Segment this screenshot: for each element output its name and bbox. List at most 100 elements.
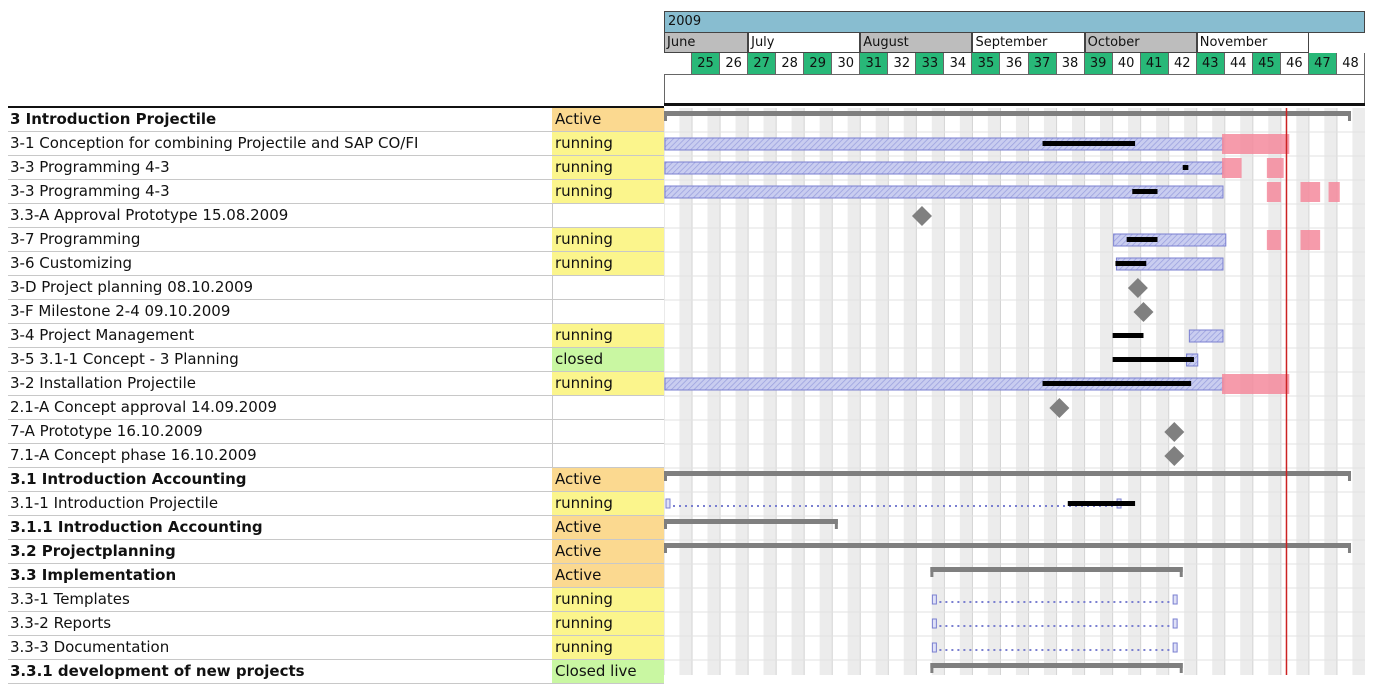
dotted-bar-start — [931, 594, 937, 605]
summary-bar-cap — [1347, 471, 1351, 481]
summary-bar-cap — [1347, 543, 1351, 553]
week-header: 25 26 27 28 29 30 31 32 33 34 35 36 37 38 39 40 41 42 43 44… — [664, 53, 1365, 75]
week-number: 28 — [776, 53, 805, 75]
planned-bar — [664, 137, 1224, 151]
task-row[interactable]: 3-1 Conception for combining Projectile … — [8, 132, 664, 156]
week-number — [664, 53, 693, 75]
task-status: Active — [552, 516, 664, 539]
chart-area — [664, 108, 1365, 675]
task-name: 3 Introduction Projectile — [8, 108, 553, 131]
task-row[interactable]: 3-4 Project Management running — [8, 324, 664, 348]
task-status: running — [552, 252, 664, 275]
task-row[interactable]: 3-D Project planning 08.10.2009 — [8, 276, 664, 300]
task-name: 7.1-A Concept phase 16.10.2009 — [8, 444, 553, 467]
task-row[interactable]: 3.3-3 Documentation running — [8, 636, 664, 660]
week-number: 27 — [748, 53, 777, 75]
task-row[interactable]: 3-3 Programming 4-3 running — [8, 180, 664, 204]
overload-marker — [1221, 158, 1242, 178]
week-number: 34 — [944, 53, 973, 75]
task-status — [552, 420, 664, 443]
task-name: 2.1-A Concept approval 14.09.2009 — [8, 396, 553, 419]
task-row[interactable]: 3.3.1 development of new projects Closed … — [8, 660, 664, 684]
summary-bar-cap — [664, 471, 667, 481]
actual-bar — [1042, 381, 1192, 386]
chart-top-line — [664, 103, 1365, 106]
task-row[interactable]: 3 Introduction Projectile Active — [8, 108, 664, 132]
task-row[interactable]: 3.2 Projectplanning Active — [8, 540, 664, 564]
task-row[interactable]: 3.3-1 Templates running — [8, 588, 664, 612]
summary-bar — [930, 567, 1183, 572]
dotted-bar-end — [1172, 594, 1178, 605]
task-row[interactable]: 3-F Milestone 2-4 09.10.2009 — [8, 300, 664, 324]
task-name: 3-3 Programming 4-3 — [8, 156, 553, 179]
actual-bar — [1115, 261, 1147, 266]
actual-bar — [1067, 501, 1136, 506]
task-status: running — [552, 324, 664, 347]
task-name: 3.3.1 development of new projects — [8, 660, 553, 683]
task-status: running — [552, 492, 664, 515]
summary-bar-cap — [1347, 111, 1351, 121]
week-number: 45 — [1252, 53, 1281, 75]
task-row[interactable]: 3-6 Customizing running — [8, 252, 664, 276]
grid-column — [1352, 108, 1365, 675]
task-status: Active — [552, 468, 664, 491]
actual-bar — [1126, 237, 1158, 242]
summary-bar-cap — [834, 519, 838, 529]
task-row[interactable]: 3.1 Introduction Accounting Active — [8, 468, 664, 492]
month-label: July — [748, 33, 861, 53]
overload-marker — [1300, 230, 1321, 250]
task-row[interactable]: 3.1-1 Introduction Projectile running — [8, 492, 664, 516]
task-name: 3.1-1 Introduction Projectile — [8, 492, 553, 515]
task-row[interactable]: 7-A Prototype 16.10.2009 — [8, 420, 664, 444]
task-status: running — [552, 588, 664, 611]
summary-bar-cap — [664, 543, 667, 553]
month-label: October — [1084, 33, 1197, 53]
task-status: Active — [552, 108, 664, 131]
planned-bar — [1188, 329, 1224, 343]
task-status: running — [552, 636, 664, 659]
week-number: 47 — [1308, 53, 1337, 75]
week-number: 41 — [1140, 53, 1169, 75]
overload-marker — [1328, 182, 1340, 202]
task-name: 3.3-2 Reports — [8, 612, 553, 635]
task-row[interactable]: 3-3 Programming 4-3 running — [8, 156, 664, 180]
week-number: 26 — [720, 53, 749, 75]
task-status: Active — [552, 564, 664, 587]
task-status — [552, 444, 664, 467]
task-name: 3.3-3 Documentation — [8, 636, 553, 659]
task-row[interactable]: 2.1-A Concept approval 14.09.2009 — [8, 396, 664, 420]
task-status — [552, 396, 664, 419]
week-number: 36 — [1000, 53, 1029, 75]
task-row[interactable]: 3-2 Installation Projectile running — [8, 372, 664, 396]
task-name: 3-3 Programming 4-3 — [8, 180, 553, 203]
task-name: 3-F Milestone 2-4 09.10.2009 — [8, 300, 553, 323]
task-row[interactable]: 3-7 Programming running — [8, 228, 664, 252]
task-name: 3-D Project planning 08.10.2009 — [8, 276, 553, 299]
month-label: August — [860, 33, 973, 53]
overload-marker — [1221, 134, 1290, 154]
task-status: running — [552, 612, 664, 635]
gantt-chart: 2009 June July August September October Novem… — [664, 11, 1365, 675]
task-status: running — [552, 372, 664, 395]
task-status: running — [552, 132, 664, 155]
summary-bar — [930, 663, 1183, 668]
task-row[interactable]: 3.3-2 Reports running — [8, 612, 664, 636]
dotted-bar-end — [1172, 642, 1178, 653]
summary-bar-cap — [930, 663, 934, 673]
overload-marker — [1221, 374, 1290, 394]
task-row[interactable]: 3.3-A Approval Prototype 15.08.2009 — [8, 204, 664, 228]
task-name: 3.1 Introduction Accounting — [8, 468, 553, 491]
task-row[interactable]: 3.1.1 Introduction Accounting Active — [8, 516, 664, 540]
task-row[interactable]: 3-5 3.1-1 Concept - 3 Planning closed — [8, 348, 664, 372]
summary-bar-cap — [1179, 663, 1183, 673]
task-row[interactable]: 7.1-A Concept phase 16.10.2009 — [8, 444, 664, 468]
task-name: 7-A Prototype 16.10.2009 — [8, 420, 553, 443]
week-number: 25 — [692, 53, 721, 75]
year-header: 2009 — [664, 11, 1365, 33]
task-row[interactable]: 3.3 Implementation Active — [8, 564, 664, 588]
summary-bar — [664, 111, 1351, 116]
actual-bar — [1112, 333, 1144, 338]
week-number: 33 — [916, 53, 945, 75]
task-name: 3.2 Projectplanning — [8, 540, 553, 563]
task-status: running — [552, 156, 664, 179]
